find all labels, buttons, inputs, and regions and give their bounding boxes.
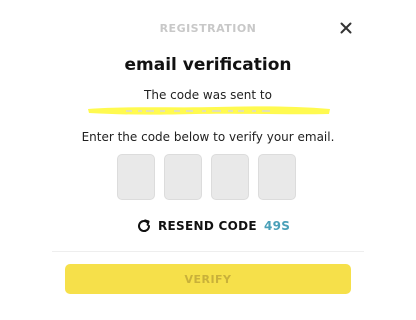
code-input-group: [117, 154, 296, 200]
code-digit-input-3[interactable]: [211, 154, 249, 200]
code-digit-input-2[interactable]: [164, 154, 202, 200]
close-icon: [340, 22, 352, 34]
registration-modal: REGISTRATION email verification The code…: [0, 0, 416, 320]
divider: [52, 251, 364, 252]
refresh-icon: [138, 219, 151, 232]
resend-timer: 49S: [263, 219, 291, 233]
instruction-text: Enter the code below to verify your emai…: [81, 130, 335, 144]
redacted-email-highlight: [88, 106, 330, 115]
resend-code-label: RESEND CODE: [158, 219, 257, 233]
page-title: email verification: [124, 55, 292, 75]
sent-to-text: The code was sent to: [144, 88, 272, 102]
code-digit-input-4[interactable]: [258, 154, 296, 200]
code-digit-input-1[interactable]: [117, 154, 155, 200]
resend-code-button[interactable]: RESEND CODE 49S: [136, 218, 290, 234]
close-button[interactable]: [335, 17, 357, 39]
verify-button[interactable]: VERIFY: [65, 264, 351, 294]
